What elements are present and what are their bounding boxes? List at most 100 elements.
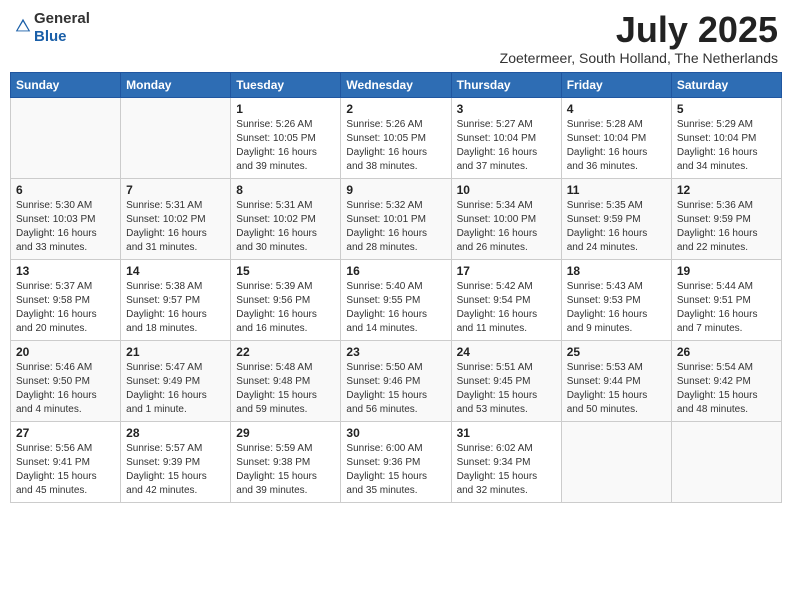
day-number: 12 bbox=[677, 183, 776, 197]
day-info: Sunrise: 5:51 AM Sunset: 9:45 PM Dayligh… bbox=[457, 361, 556, 417]
day-number: 23 bbox=[346, 345, 445, 359]
day-info: Sunrise: 5:47 AM Sunset: 9:49 PM Dayligh… bbox=[126, 361, 225, 417]
day-number: 30 bbox=[346, 426, 445, 440]
day-info: Sunrise: 5:59 AM Sunset: 9:38 PM Dayligh… bbox=[236, 442, 335, 498]
calendar-cell: 26Sunrise: 5:54 AM Sunset: 9:42 PM Dayli… bbox=[671, 340, 781, 421]
day-number: 22 bbox=[236, 345, 335, 359]
calendar-cell: 29 Sunrise: 5:59 AM Sunset: 9:38 PM Dayli… bbox=[231, 421, 341, 502]
day-info: Sunrise: 5:42 AM Sunset: 9:54 PM Dayligh… bbox=[457, 280, 556, 336]
logo: General Blue bbox=[14, 10, 90, 46]
day-info: Sunrise: 5:34 AM Sunset: 10:00 PM Daylig… bbox=[457, 199, 556, 255]
day-info: Sunrise: 5:38 AM Sunset: 9:57 PM Dayligh… bbox=[126, 280, 225, 336]
day-number: 9 bbox=[346, 183, 445, 197]
day-number: 4 bbox=[567, 102, 666, 116]
day-info: Sunrise: 5:44 AM Sunset: 9:51 PM Dayligh… bbox=[677, 280, 776, 336]
calendar-header-row: SundayMondayTuesdayWednesdayThursdayFrid… bbox=[11, 72, 782, 97]
day-number: 7 bbox=[126, 183, 225, 197]
calendar-cell: 28Sunrise: 5:57 AM Sunset: 9:39 PM Dayli… bbox=[121, 421, 231, 502]
day-info: Sunrise: 5:31 AM Sunset: 10:02 PM Daylig… bbox=[126, 199, 225, 255]
calendar-cell: 12 Sunrise: 5:36 AM Sunset: 9:59 PM Dayli… bbox=[671, 178, 781, 259]
calendar-cell: 15 Sunrise: 5:39 AM Sunset: 9:56 PM Dayli… bbox=[231, 259, 341, 340]
day-number: 2 bbox=[346, 102, 445, 116]
day-info: Sunrise: 5:57 AM Sunset: 9:39 PM Dayligh… bbox=[126, 442, 225, 498]
day-number: 5 bbox=[677, 102, 776, 116]
day-of-week-header: Monday bbox=[121, 72, 231, 97]
day-info: Sunrise: 5:35 AM Sunset: 9:59 PM Dayligh… bbox=[567, 199, 666, 255]
calendar-cell: 27Sunrise: 5:56 AM Sunset: 9:41 PM Dayli… bbox=[11, 421, 121, 502]
day-number: 18 bbox=[567, 264, 666, 278]
logo-general-text: General bbox=[34, 10, 90, 27]
title-block: July 2025 Zoetermeer, South Holland, The… bbox=[500, 10, 778, 66]
day-number: 6 bbox=[16, 183, 115, 197]
day-number: 25 bbox=[567, 345, 666, 359]
day-info: Sunrise: 5:50 AM Sunset: 9:46 PM Dayligh… bbox=[346, 361, 445, 417]
calendar-cell: 3 Sunrise: 5:27 AM Sunset: 10:04 PM Dayli… bbox=[451, 97, 561, 178]
day-info: Sunrise: 5:29 AM Sunset: 10:04 PM Daylig… bbox=[677, 118, 776, 174]
calendar-cell: 24 Sunrise: 5:51 AM Sunset: 9:45 PM Dayli… bbox=[451, 340, 561, 421]
calendar-cell: 14 Sunrise: 5:38 AM Sunset: 9:57 PM Dayli… bbox=[121, 259, 231, 340]
day-info: Sunrise: 5:39 AM Sunset: 9:56 PM Dayligh… bbox=[236, 280, 335, 336]
calendar-cell: 21 Sunrise: 5:47 AM Sunset: 9:49 PM Dayli… bbox=[121, 340, 231, 421]
day-info: Sunrise: 5:40 AM Sunset: 9:55 PM Dayligh… bbox=[346, 280, 445, 336]
calendar-cell: 18Sunrise: 5:43 AM Sunset: 9:53 PM Dayli… bbox=[561, 259, 671, 340]
day-number: 11 bbox=[567, 183, 666, 197]
day-number: 15 bbox=[236, 264, 335, 278]
day-info: Sunrise: 5:46 AM Sunset: 9:50 PM Dayligh… bbox=[16, 361, 115, 417]
calendar-cell: 30 Sunrise: 6:00 AM Sunset: 9:36 PM Dayli… bbox=[341, 421, 451, 502]
day-number: 19 bbox=[677, 264, 776, 278]
calendar-cell: 23 Sunrise: 5:50 AM Sunset: 9:46 PM Dayli… bbox=[341, 340, 451, 421]
day-of-week-header: Tuesday bbox=[231, 72, 341, 97]
location-title: Zoetermeer, South Holland, The Netherlan… bbox=[500, 50, 778, 66]
calendar-week-row: 13Sunrise: 5:37 AM Sunset: 9:58 PM Dayli… bbox=[11, 259, 782, 340]
calendar-cell: 13Sunrise: 5:37 AM Sunset: 9:58 PM Dayli… bbox=[11, 259, 121, 340]
day-info: Sunrise: 5:30 AM Sunset: 10:03 PM Daylig… bbox=[16, 199, 115, 255]
day-number: 16 bbox=[346, 264, 445, 278]
calendar-cell: 1 Sunrise: 5:26 AM Sunset: 10:05 PM Dayli… bbox=[231, 97, 341, 178]
day-number: 10 bbox=[457, 183, 556, 197]
day-of-week-header: Thursday bbox=[451, 72, 561, 97]
day-info: Sunrise: 5:31 AM Sunset: 10:02 PM Daylig… bbox=[236, 199, 335, 255]
day-number: 14 bbox=[126, 264, 225, 278]
calendar-cell: 25 Sunrise: 5:53 AM Sunset: 9:44 PM Dayli… bbox=[561, 340, 671, 421]
calendar-cell: 19 Sunrise: 5:44 AM Sunset: 9:51 PM Dayli… bbox=[671, 259, 781, 340]
day-info: Sunrise: 6:02 AM Sunset: 9:34 PM Dayligh… bbox=[457, 442, 556, 498]
day-info: Sunrise: 5:37 AM Sunset: 9:58 PM Dayligh… bbox=[16, 280, 115, 336]
day-number: 29 bbox=[236, 426, 335, 440]
day-info: Sunrise: 5:28 AM Sunset: 10:04 PM Daylig… bbox=[567, 118, 666, 174]
day-number: 3 bbox=[457, 102, 556, 116]
day-info: Sunrise: 5:26 AM Sunset: 10:05 PM Daylig… bbox=[236, 118, 335, 174]
page-header: General Blue July 2025 Zoetermeer, South… bbox=[10, 10, 782, 66]
calendar-cell: 9Sunrise: 5:32 AM Sunset: 10:01 PM Dayli… bbox=[341, 178, 451, 259]
day-number: 1 bbox=[236, 102, 335, 116]
day-number: 31 bbox=[457, 426, 556, 440]
calendar-week-row: 27Sunrise: 5:56 AM Sunset: 9:41 PM Dayli… bbox=[11, 421, 782, 502]
calendar-cell: 17 Sunrise: 5:42 AM Sunset: 9:54 PM Dayli… bbox=[451, 259, 561, 340]
calendar-cell: 2 Sunrise: 5:26 AM Sunset: 10:05 PM Dayli… bbox=[341, 97, 451, 178]
day-of-week-header: Wednesday bbox=[341, 72, 451, 97]
day-number: 24 bbox=[457, 345, 556, 359]
logo-blue-text: Blue bbox=[34, 28, 67, 45]
day-info: Sunrise: 5:26 AM Sunset: 10:05 PM Daylig… bbox=[346, 118, 445, 174]
day-number: 17 bbox=[457, 264, 556, 278]
calendar-week-row: 20Sunrise: 5:46 AM Sunset: 9:50 PM Dayli… bbox=[11, 340, 782, 421]
calendar-cell: 4 Sunrise: 5:28 AM Sunset: 10:04 PM Dayli… bbox=[561, 97, 671, 178]
calendar-cell: 16 Sunrise: 5:40 AM Sunset: 9:55 PM Dayli… bbox=[341, 259, 451, 340]
day-of-week-header: Sunday bbox=[11, 72, 121, 97]
day-info: Sunrise: 5:27 AM Sunset: 10:04 PM Daylig… bbox=[457, 118, 556, 174]
calendar-cell: 7 Sunrise: 5:31 AM Sunset: 10:02 PM Dayli… bbox=[121, 178, 231, 259]
calendar-cell bbox=[121, 97, 231, 178]
day-number: 21 bbox=[126, 345, 225, 359]
calendar-table: SundayMondayTuesdayWednesdayThursdayFrid… bbox=[10, 72, 782, 503]
day-info: Sunrise: 5:36 AM Sunset: 9:59 PM Dayligh… bbox=[677, 199, 776, 255]
day-info: Sunrise: 6:00 AM Sunset: 9:36 PM Dayligh… bbox=[346, 442, 445, 498]
day-number: 8 bbox=[236, 183, 335, 197]
day-of-week-header: Saturday bbox=[671, 72, 781, 97]
calendar-cell: 20Sunrise: 5:46 AM Sunset: 9:50 PM Dayli… bbox=[11, 340, 121, 421]
calendar-cell bbox=[671, 421, 781, 502]
calendar-week-row: 6 Sunrise: 5:30 AM Sunset: 10:03 PM Dayli… bbox=[11, 178, 782, 259]
day-info: Sunrise: 5:53 AM Sunset: 9:44 PM Dayligh… bbox=[567, 361, 666, 417]
calendar-cell bbox=[561, 421, 671, 502]
calendar-cell: 8 Sunrise: 5:31 AM Sunset: 10:02 PM Dayli… bbox=[231, 178, 341, 259]
day-info: Sunrise: 5:48 AM Sunset: 9:48 PM Dayligh… bbox=[236, 361, 335, 417]
calendar-cell bbox=[11, 97, 121, 178]
